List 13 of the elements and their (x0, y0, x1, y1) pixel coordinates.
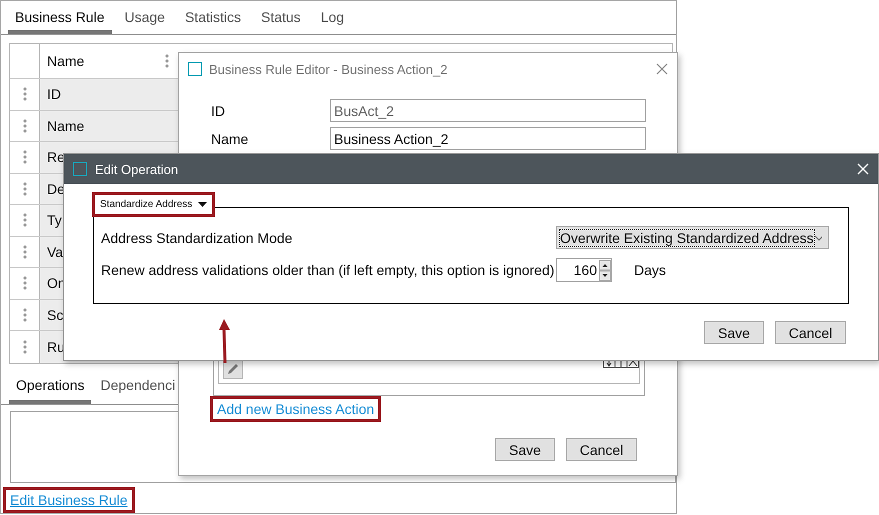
unit-label: Days (634, 262, 666, 278)
table-cell: Ty (47, 212, 62, 228)
table-cell: Sc (47, 306, 64, 323)
window-title: Edit Operation (95, 162, 178, 176)
field-label: Address Standardization Mode (101, 230, 294, 246)
table-cell: ID (47, 86, 61, 102)
field-label: Renew address validations older than (if left empty, this option is ignored) (101, 262, 556, 278)
table-cell: Va (47, 244, 64, 260)
table-cell: Name (47, 118, 84, 134)
field-label: Name (211, 130, 250, 146)
window-title: Business Rule Editor - Business Action_2 (209, 62, 448, 76)
column-title: Name (47, 53, 84, 70)
field-label: ID (211, 102, 226, 118)
